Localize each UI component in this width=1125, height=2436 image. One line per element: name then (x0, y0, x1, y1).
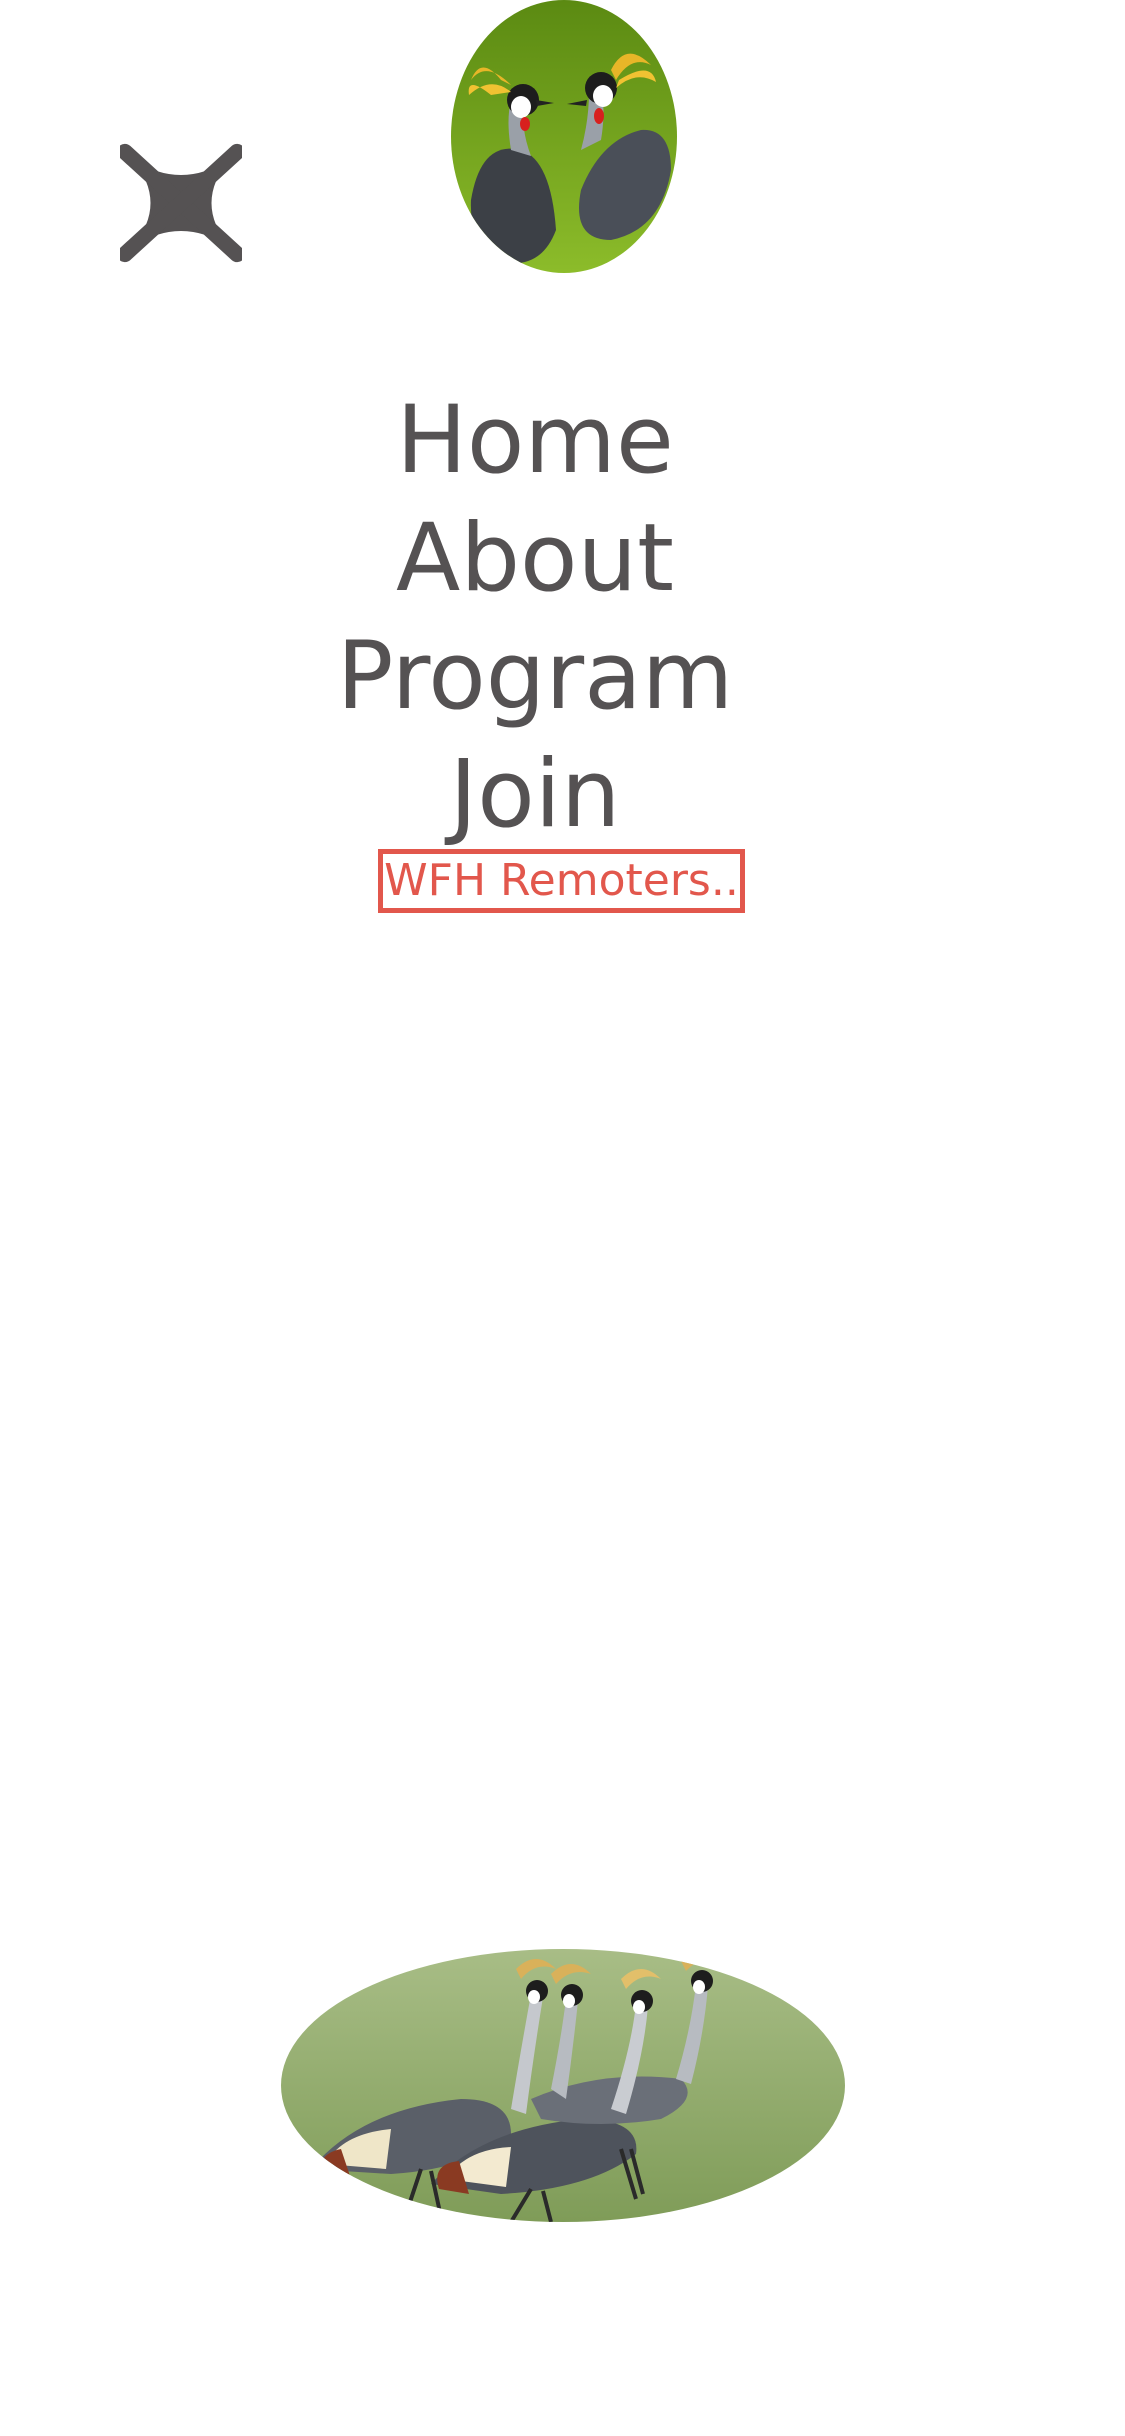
nav-item-about[interactable]: About (0, 500, 1070, 618)
nav-item-home[interactable]: Home (0, 382, 1070, 500)
close-icon (120, 143, 242, 263)
header-crane-photo (451, 0, 677, 273)
nav-item-join[interactable]: Join (0, 736, 1070, 854)
footer-crane-photo (281, 1949, 845, 2222)
nav-item-program[interactable]: Program (0, 618, 1070, 736)
main-navigation: Home About Program Join (0, 382, 1070, 854)
close-menu-button[interactable] (120, 142, 242, 264)
wfh-remoters-link[interactable]: WFH Remoters.. (378, 849, 745, 913)
